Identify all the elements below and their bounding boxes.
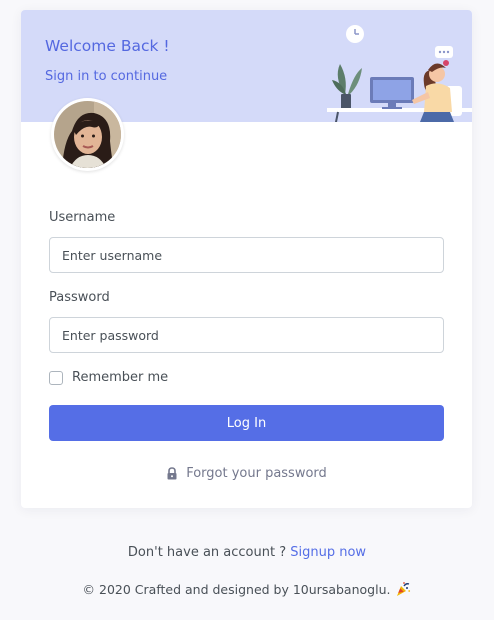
signup-prompt-row: Don't have an account ? Signup now (0, 545, 494, 560)
copyright-text: © 2020 Crafted and designed by 10ursaban… (82, 581, 391, 597)
password-label: Password (49, 290, 110, 305)
user-photo (54, 101, 121, 168)
username-input[interactable] (49, 237, 444, 273)
desk-illustration (327, 25, 472, 122)
party-popper-icon (395, 581, 411, 597)
welcome-subtitle: Sign in to continue (45, 69, 168, 84)
copyright-row: © 2020 Crafted and designed by 10ursaban… (0, 581, 494, 597)
avatar (51, 98, 124, 171)
signup-prompt: Don't have an account ? (127, 545, 287, 560)
login-button[interactable]: Log In (49, 405, 444, 441)
forgot-password-link[interactable]: Forgot your password (21, 466, 472, 481)
lock-icon (166, 467, 178, 480)
signup-link[interactable]: Signup now (290, 545, 366, 560)
remember-me-label[interactable]: Remember me (72, 370, 168, 385)
remember-me[interactable]: Remember me (49, 370, 168, 385)
remember-me-checkbox[interactable] (49, 370, 63, 385)
forgot-password-label[interactable]: Forgot your password (186, 466, 327, 481)
login-card: Welcome Back ! Sign in to continue Usern… (21, 10, 472, 508)
username-label: Username (49, 210, 116, 225)
password-input[interactable] (49, 317, 444, 353)
welcome-title: Welcome Back ! (45, 37, 170, 55)
